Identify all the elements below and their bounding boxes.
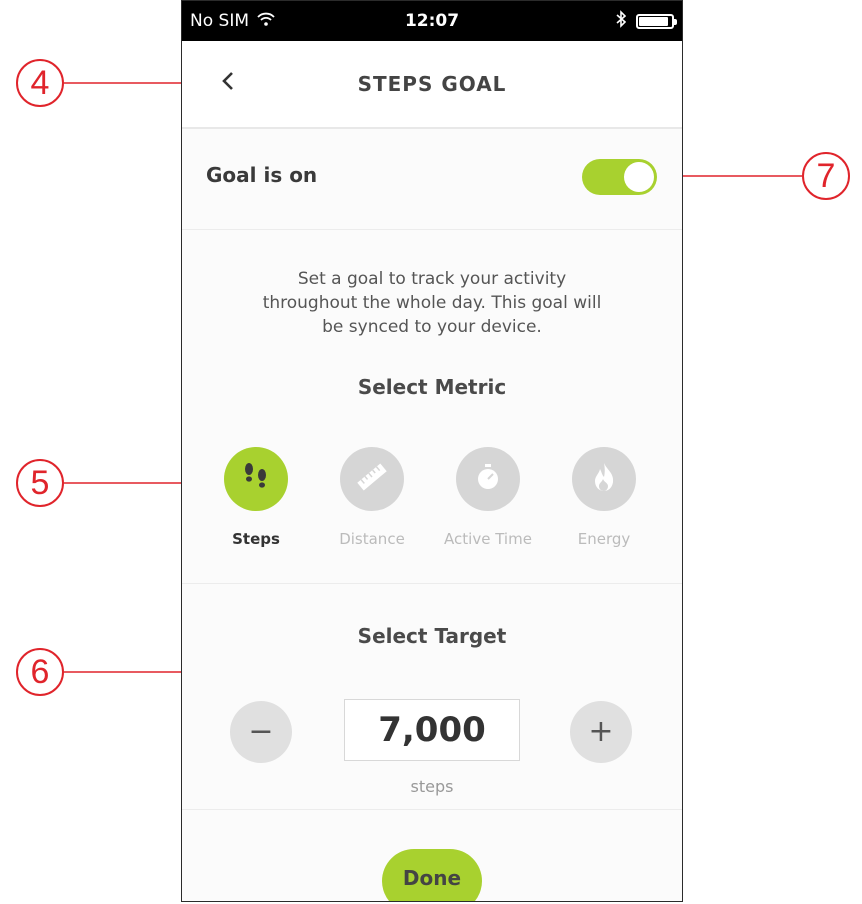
section-divider [182, 809, 682, 810]
done-button[interactable]: Done [382, 849, 482, 901]
callout-marker: 5 [16, 459, 64, 507]
section-divider [182, 583, 682, 584]
metric-circle [224, 447, 288, 511]
page-title: STEPS GOAL [357, 72, 507, 96]
status-right [616, 10, 677, 33]
metric-label: Distance [339, 530, 405, 548]
metric-steps[interactable]: Steps [198, 447, 314, 548]
description-line: be synced to your device. [322, 317, 542, 337]
target-unit: steps [410, 777, 454, 796]
phone-screen: No SIM 12:07 STEPS GOAL Goal is on Set a… [181, 0, 683, 902]
callout-marker: 6 [16, 648, 64, 696]
bluetooth-icon [616, 10, 627, 33]
plus-icon: + [588, 714, 614, 749]
metric-label: Active Time [444, 530, 532, 548]
goal-toggle-switch[interactable] [582, 159, 657, 195]
goal-toggle-label: Goal is on [206, 163, 318, 187]
description-line: Set a goal to track your activity [297, 269, 567, 289]
metric-active-time[interactable]: Active Time [430, 447, 546, 548]
metric-label: Steps [232, 530, 280, 548]
status-bar: No SIM 12:07 [182, 1, 682, 41]
metric-energy[interactable]: Energy [546, 447, 662, 548]
nav-bar: STEPS GOAL [182, 41, 682, 129]
flame-icon [591, 461, 617, 497]
select-target-title: Select Target [357, 624, 507, 648]
metric-distance[interactable]: Distance [314, 447, 430, 548]
ruler-icon [353, 458, 391, 500]
status-time: 12:07 [404, 11, 460, 31]
increment-button[interactable]: + [570, 701, 632, 763]
battery-icon [636, 14, 677, 29]
metric-label: Energy [577, 530, 631, 548]
stopwatch-icon [473, 462, 503, 496]
footsteps-icon [239, 460, 273, 498]
toggle-knob [624, 162, 654, 192]
metric-circle [340, 447, 404, 511]
decrement-button[interactable]: − [230, 701, 292, 763]
goal-toggle-row: Goal is on [182, 129, 682, 230]
target-value[interactable]: 7,000 [344, 699, 520, 761]
minus-icon: − [248, 714, 274, 749]
metric-circle [572, 447, 636, 511]
description-line: throughout the whole day. This goal will [262, 293, 602, 313]
callout-marker: 7 [802, 152, 850, 200]
select-metric-title: Select Metric [357, 375, 507, 399]
metric-circle [456, 447, 520, 511]
callout-marker: 4 [16, 59, 64, 107]
goal-description: Set a goal to track your activity throug… [212, 267, 652, 339]
